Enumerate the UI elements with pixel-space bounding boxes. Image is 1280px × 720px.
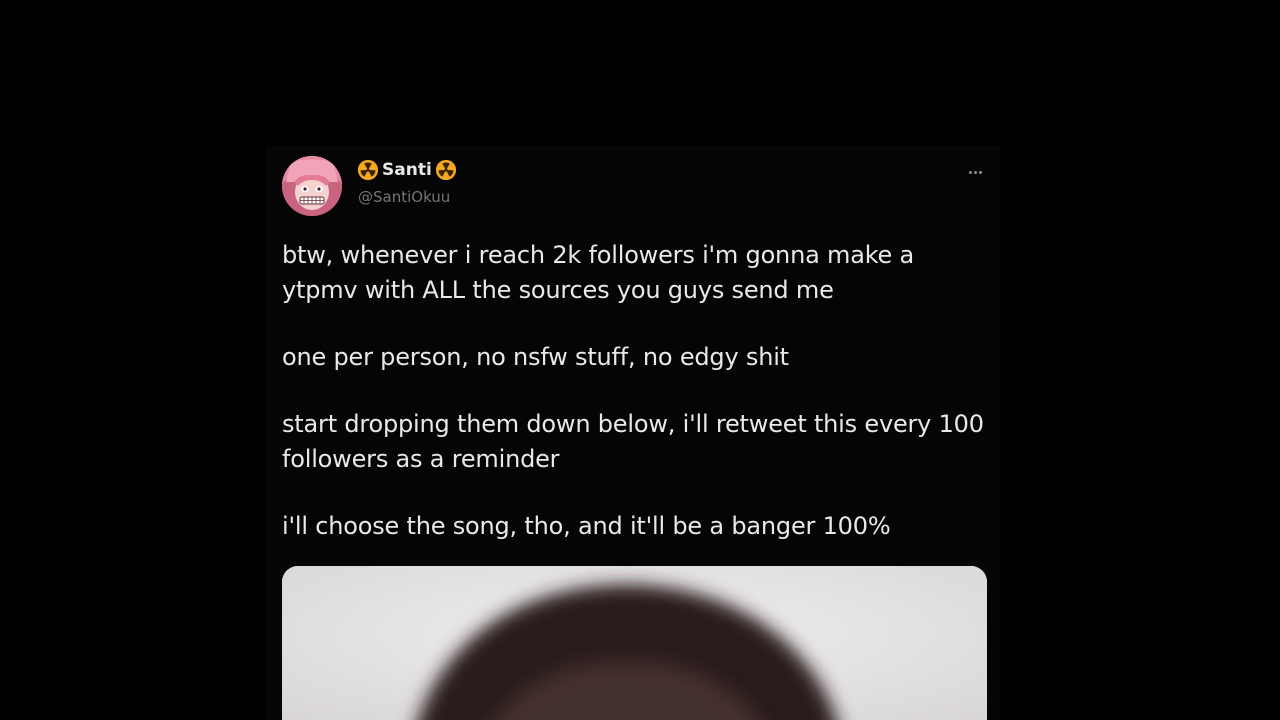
tweet-text: btw, whenever i reach 2k followers i'm g…: [282, 238, 986, 544]
tweet-paragraph: i'll choose the song, tho, and it'll be …: [282, 512, 891, 540]
avatar-image: [282, 156, 342, 216]
display-name[interactable]: Santi: [382, 160, 432, 180]
display-name-row[interactable]: Santi: [358, 160, 456, 180]
tweet-media-image[interactable]: [282, 566, 987, 720]
avatar[interactable]: [282, 156, 342, 216]
tweet-paragraph: btw, whenever i reach 2k followers i'm g…: [282, 241, 915, 304]
more-horizontal-icon[interactable]: [964, 162, 986, 182]
user-handle[interactable]: @SantiOkuu: [358, 188, 450, 206]
hazard-icon: [435, 160, 456, 180]
tweet-paragraph: start dropping them down below, i'll ret…: [282, 410, 984, 473]
tweet-paragraph: one per person, no nsfw stuff, no edgy s…: [282, 343, 789, 371]
tweet-card[interactable]: Santi @SantiOkuu btw, whenever i reach 2…: [266, 146, 1000, 720]
hazard-icon: [358, 160, 378, 180]
video-frame: Santi @SantiOkuu btw, whenever i reach 2…: [0, 0, 1280, 720]
